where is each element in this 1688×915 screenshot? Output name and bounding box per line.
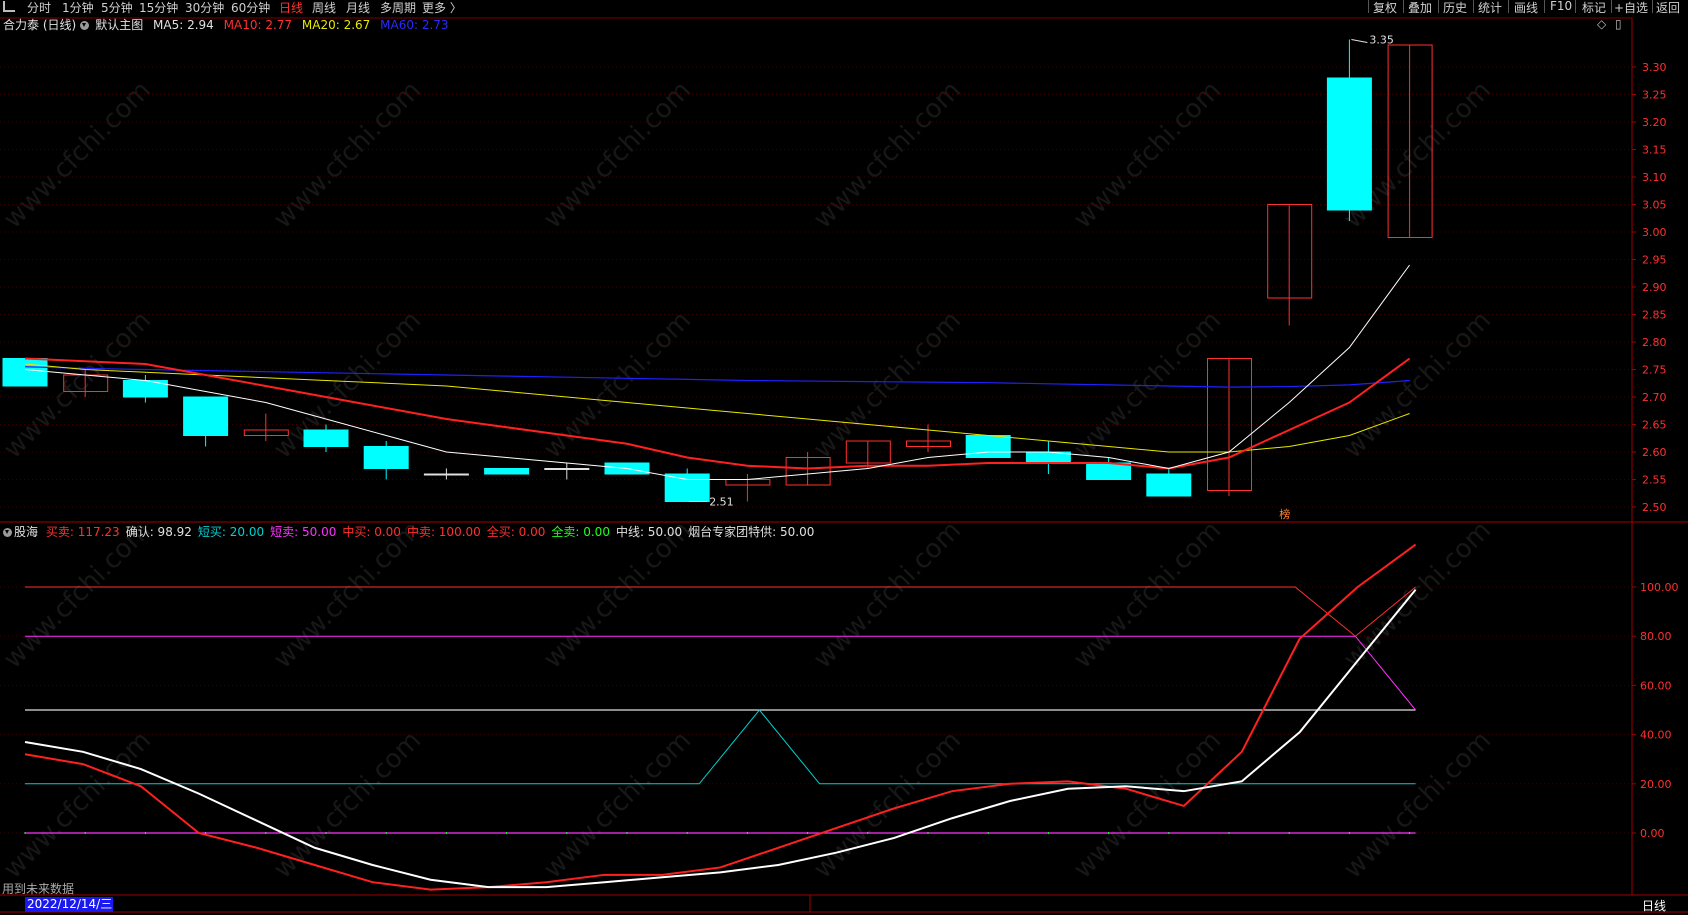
indicator-field: 短买: 20.00 <box>197 525 265 539</box>
overlay-button[interactable]: 叠加 <box>1408 0 1432 16</box>
candle-body-down <box>363 446 409 469</box>
low-price-label: 2.51 <box>709 496 734 509</box>
period-tab[interactable]: 月线 <box>346 0 370 16</box>
main-chart-info: 合力泰 (日线) 默认主图 MA5: 2.94 MA10: 2.77 MA20: … <box>0 16 455 32</box>
high-price-pointer <box>1351 39 1368 43</box>
candle-body-down <box>423 473 469 476</box>
ranking-marker: 榜 <box>1279 507 1290 521</box>
indicator-field: 买卖: 117.23 <box>45 525 120 539</box>
period-tab[interactable]: 5分钟 <box>101 0 133 16</box>
price-tick-label: 2.75 <box>1642 364 1667 377</box>
buy-sell-line <box>24 543 1417 891</box>
ma5-value: MA5: 2.94 <box>153 18 214 32</box>
candle-body-down <box>303 429 349 447</box>
indicator-tick-label: 80.00 <box>1640 630 1672 643</box>
indicator-tick-label: 40.00 <box>1640 729 1672 742</box>
dropdown-icon[interactable] <box>80 21 90 30</box>
window-icon[interactable]: ▯ <box>1615 17 1622 31</box>
chart-canvas[interactable]: 3.30 3.25 3.20 3.15 3.10 3.05 3.00 2.95 2.90 2.85… <box>0 0 1688 915</box>
period-toolbar: 分时 1分钟 5分钟 15分钟 30分钟 60分钟 日线 周线 月线 多周期 更… <box>0 0 1688 16</box>
fuquan-button[interactable]: 复权 <box>1373 0 1397 16</box>
draw-button[interactable]: 画线 <box>1514 0 1538 16</box>
mark-button[interactable]: 标记 <box>1582 0 1606 16</box>
candle-body-down <box>1326 77 1372 211</box>
mid-sell-line <box>25 586 1416 637</box>
indicator-field: 中买: 0.00 <box>342 525 401 539</box>
candle-body-down <box>965 435 1011 458</box>
chart-type-icon[interactable] <box>3 1 15 12</box>
indicator-field: 中卖: 100.00 <box>406 525 481 539</box>
candle-body-down <box>1086 462 1132 480</box>
indicator-dropdown-icon[interactable] <box>3 528 12 537</box>
candle-body-down <box>1146 473 1192 497</box>
period-tab[interactable]: 1分钟 <box>62 0 94 16</box>
price-tick-label: 2.95 <box>1642 254 1667 267</box>
price-tick-label: 3.25 <box>1642 89 1667 102</box>
add-watchlist-button[interactable]: +自选 <box>1614 0 1648 16</box>
template-name[interactable]: 默认主图 <box>95 18 143 32</box>
period-tab[interactable]: 15分钟 <box>139 0 178 16</box>
ma20-line <box>24 363 1410 453</box>
indicator-tick-label: 0.00 <box>1640 827 1665 840</box>
short-sell-line <box>25 635 1416 711</box>
price-tick-label: 2.65 <box>1642 419 1667 432</box>
price-tick-label: 3.05 <box>1642 199 1667 212</box>
candle-body-down <box>484 468 530 475</box>
price-tick-label: 2.60 <box>1642 446 1667 459</box>
f10-button[interactable]: F10 <box>1550 0 1572 13</box>
price-tick-label: 2.50 <box>1642 501 1667 514</box>
more-periods[interactable]: 更多 〉 <box>422 0 462 16</box>
candle-body-down <box>183 396 229 436</box>
date-cursor-label: 2022/12/14/三 <box>25 897 113 912</box>
indicator-field: 短卖: 50.00 <box>270 525 337 539</box>
indicator-info: 股海 买卖: 117.23 确认: 98.92 短买: 20.00 短卖: 50.00… <box>0 523 824 539</box>
period-tab[interactable]: 30分钟 <box>185 0 224 16</box>
short-buy-line <box>25 709 1416 785</box>
candle-body-down <box>2 358 48 387</box>
price-tick-label: 3.30 <box>1642 61 1667 74</box>
price-tick-label: 2.80 <box>1642 336 1667 349</box>
stats-button[interactable]: 统计 <box>1478 0 1502 16</box>
indicator-field: 中线: 50.00 <box>615 525 683 539</box>
indicator-field: 全买: 0.00 <box>486 525 546 539</box>
back-button[interactable]: 返回 <box>1656 0 1680 16</box>
indicator-tick-label: 20.00 <box>1640 778 1672 791</box>
candle-body-down <box>664 473 710 502</box>
price-tick-label: 2.70 <box>1642 391 1667 404</box>
indicator-field: 烟台专家团特供: 50.00 <box>688 525 815 539</box>
period-tab[interactable]: 多周期 <box>380 0 416 16</box>
price-tick-label: 3.15 <box>1642 144 1667 157</box>
period-tab[interactable]: 分时 <box>27 0 51 16</box>
ma20-value: MA20: 2.67 <box>301 18 371 32</box>
diamond-icon[interactable]: ◇ <box>1597 17 1606 31</box>
price-tick-label: 3.20 <box>1642 116 1667 129</box>
ma10-value: MA10: 2.77 <box>223 18 293 32</box>
candle-body-down <box>544 468 590 470</box>
price-tick-label: 3.00 <box>1642 226 1667 239</box>
indicator-field: 全卖: 0.00 <box>551 525 610 539</box>
price-tick-label: 2.85 <box>1642 309 1667 322</box>
period-tab[interactable]: 60分钟 <box>231 0 270 16</box>
ma5-line <box>24 264 1411 480</box>
indicator-tick-label: 60.00 <box>1640 679 1672 692</box>
period-tab[interactable]: 周线 <box>312 0 336 16</box>
price-tick-label: 2.90 <box>1642 281 1667 294</box>
indicator-field: 确认: 98.92 <box>125 525 192 539</box>
indicator-name[interactable]: 股海 <box>14 525 38 539</box>
future-data-note: 用到未来数据 <box>2 882 75 896</box>
stock-name: 合力泰 (日线) <box>3 18 77 32</box>
period-label: 日线 <box>1642 899 1667 913</box>
price-tick-label: 2.55 <box>1642 474 1667 487</box>
high-price-label: 3.35 <box>1369 34 1394 47</box>
price-tick-label: 3.10 <box>1642 171 1667 184</box>
ma60-value: MA60: 2.73 <box>380 18 449 32</box>
history-button[interactable]: 历史 <box>1443 0 1467 16</box>
indicator-tick-label: 100.00 <box>1640 581 1679 594</box>
period-tab-daily[interactable]: 日线 <box>279 0 303 16</box>
